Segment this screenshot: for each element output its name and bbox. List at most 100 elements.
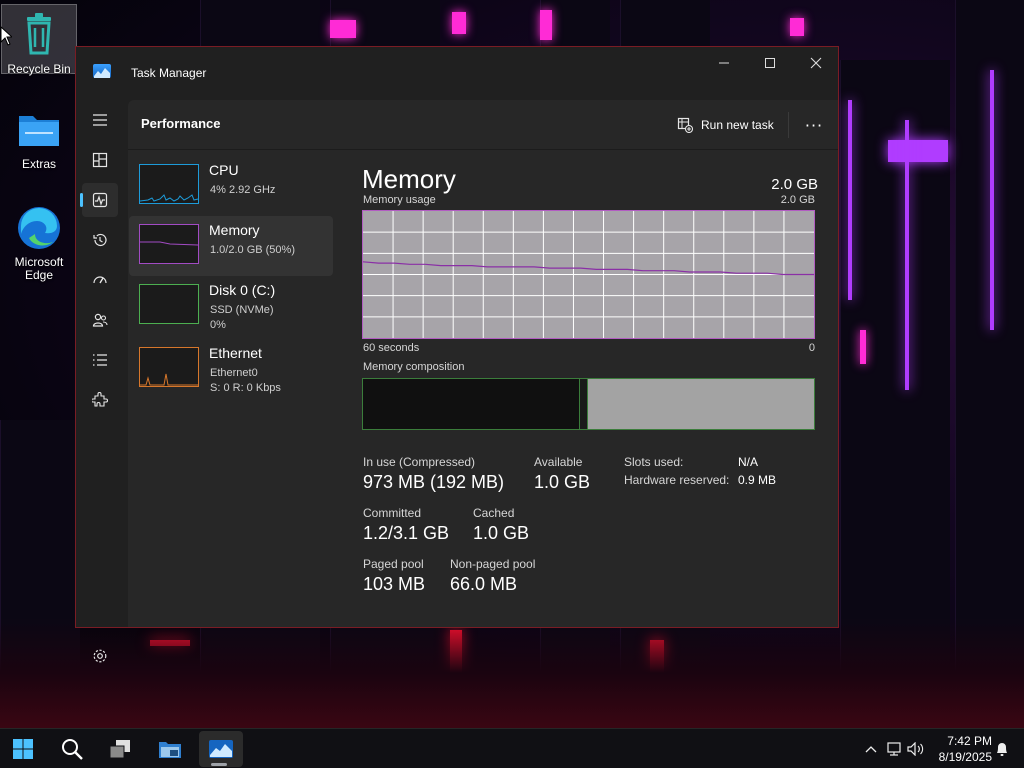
page-title: Performance	[141, 116, 221, 131]
task-manager-window: Task Manager Performance Run new task ··…	[75, 46, 839, 663]
file-explorer-button[interactable]	[150, 731, 190, 767]
perf-item-disk[interactable]: Disk 0 (C:) SSD (NVMe) 0%	[129, 276, 333, 336]
stat-hw-reserved-value: 0.9 MB	[738, 473, 777, 487]
task-view-button[interactable]	[100, 731, 140, 767]
chevron-up-icon	[865, 746, 877, 753]
nav-services[interactable]	[82, 383, 118, 417]
taskbar-clock[interactable]: 7:42 PM 8/19/2025	[930, 733, 992, 765]
search-icon	[62, 739, 83, 760]
memory-usage-label: Memory usage	[363, 194, 436, 206]
stat-cached-value: 1.0 GB	[473, 523, 530, 543]
close-button[interactable]	[793, 47, 839, 79]
desktop-icon-recycle-bin[interactable]: Recycle Bin	[1, 4, 77, 76]
nav-details[interactable]	[82, 343, 118, 377]
start-button[interactable]	[3, 731, 43, 767]
taskbar: 7:42 PM 8/19/2025	[0, 728, 1024, 768]
stat-available-value: 1.0 GB	[534, 472, 591, 492]
minimize-button[interactable]	[701, 47, 747, 79]
memory-usage-line	[362, 261, 814, 276]
memory-usage-chart	[362, 211, 814, 338]
volume-button[interactable]	[906, 739, 926, 759]
stat-slots-value: N/A	[738, 455, 759, 469]
nav-app-history[interactable]	[82, 223, 118, 257]
perf-item-name: Memory	[209, 222, 260, 238]
more-options-button[interactable]: ···	[800, 112, 828, 138]
maximize-button[interactable]	[747, 47, 793, 79]
stat-slots-label: Slots used:	[624, 455, 684, 469]
performance-icon	[92, 192, 108, 208]
perf-item-memory[interactable]: Memory 1.0/2.0 GB (50%)	[129, 216, 333, 276]
task-manager-app-icon	[93, 64, 111, 78]
composition-in-use-segment	[363, 379, 579, 429]
perf-item-name: Ethernet	[209, 345, 262, 361]
hamburger-icon	[93, 114, 107, 126]
memory-total: 2.0 GB	[771, 176, 818, 193]
task-manager-taskbar-button[interactable]	[199, 731, 243, 767]
run-new-task-icon	[677, 117, 693, 133]
memory-title: Memory	[362, 164, 456, 194]
perf-item-detail-2: S: 0 R: 0 Kbps	[210, 382, 281, 394]
maximize-icon	[765, 58, 775, 68]
nav-processes[interactable]	[82, 143, 118, 177]
stat-available-label: Available	[534, 455, 583, 469]
network-button[interactable]	[884, 739, 904, 759]
stat-committed-value: 1.2/3.1 GB	[363, 523, 450, 543]
stat-cached-label: Cached	[473, 506, 515, 520]
task-manager-icon	[209, 740, 233, 758]
memory-usage-max: 2.0 GB	[780, 194, 815, 206]
perf-item-cpu[interactable]: CPU 4% 2.92 GHz	[129, 156, 333, 216]
edge-icon	[15, 204, 63, 252]
header-divider	[788, 112, 789, 138]
run-new-task-button[interactable]: Run new task	[677, 112, 774, 138]
startup-apps-icon	[93, 276, 107, 284]
ethernet-thumbnail-graph	[139, 347, 199, 387]
desktop-icon-microsoft-edge[interactable]: Microsoft Edge	[1, 204, 77, 282]
perf-item-detail: SSD (NVMe)	[210, 304, 274, 316]
navigation-rail	[76, 99, 124, 663]
settings-icon	[93, 649, 107, 663]
perf-item-ethernet[interactable]: Ethernet Ethernet0 S: 0 R: 0 Kbps	[129, 339, 333, 399]
perf-item-name: CPU	[209, 162, 239, 178]
stat-non-paged-pool-label: Non-paged pool	[450, 557, 536, 571]
hamburger-menu-button[interactable]	[82, 103, 118, 137]
file-explorer-icon	[159, 742, 181, 758]
perf-item-detail: Ethernet0	[210, 367, 258, 379]
stat-committed-label: Committed	[363, 506, 422, 520]
details-icon	[93, 354, 107, 366]
perf-item-name: Disk 0 (C:)	[209, 282, 276, 298]
window-title: Task Manager	[131, 66, 207, 80]
composition-modified-segment	[578, 379, 588, 429]
services-icon	[92, 392, 108, 407]
show-hidden-icons-button[interactable]	[862, 739, 880, 759]
stat-paged-pool-value: 103 MB	[363, 574, 426, 594]
memory-usage-graph	[362, 210, 815, 339]
run-new-task-label: Run new task	[701, 118, 774, 132]
disk-thumbnail-graph	[139, 284, 199, 324]
stat-in-use-label: In use (Compressed)	[363, 455, 476, 469]
nav-users[interactable]	[82, 303, 118, 337]
folder-icon	[15, 106, 63, 154]
memory-thumbnail-graph	[139, 224, 199, 264]
notifications-button[interactable]	[993, 739, 1011, 759]
memory-composition-label: Memory composition	[363, 361, 465, 373]
network-icon	[887, 742, 901, 756]
clock-time: 7:42 PM	[947, 734, 992, 748]
search-button[interactable]	[52, 731, 92, 767]
cpu-thumbnail-graph	[139, 164, 199, 204]
start-icon	[13, 739, 33, 759]
stat-non-paged-pool-value: 66.0 MB	[450, 574, 518, 594]
desktop-icon-extras[interactable]: Extras	[1, 106, 77, 171]
nav-startup-apps[interactable]	[82, 263, 118, 297]
processes-icon	[92, 152, 108, 168]
app-history-icon	[93, 233, 107, 247]
mouse-cursor-icon	[0, 26, 12, 46]
content-pane: Performance Run new task ··· CPU 4% 2.92…	[128, 100, 838, 627]
desktop-icon-label: Microsoft Edge	[14, 255, 64, 282]
volume-icon	[907, 742, 924, 756]
desktop-icon-label: Extras	[21, 157, 56, 171]
minimize-icon	[719, 62, 729, 64]
memory-composition-bar	[362, 378, 815, 430]
nav-performance[interactable]	[80, 183, 118, 217]
title-bar[interactable]: Task Manager	[76, 47, 838, 99]
settings-button[interactable]	[82, 644, 118, 668]
